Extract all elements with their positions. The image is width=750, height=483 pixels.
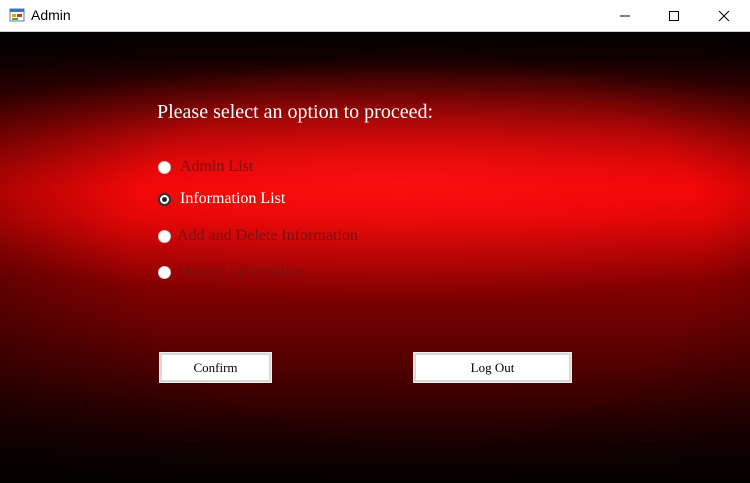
- option-label: Modify Information: [177, 263, 306, 280]
- option-label: Admin List: [180, 158, 254, 175]
- minimize-button[interactable]: [602, 0, 648, 31]
- radio-button[interactable]: [158, 229, 171, 243]
- close-button[interactable]: [701, 0, 747, 31]
- option-modify-information[interactable]: Modify Information: [158, 261, 305, 283]
- radio-button[interactable]: [158, 160, 171, 174]
- title-bar: Admin: [0, 0, 750, 32]
- radio-button[interactable]: [158, 265, 171, 279]
- log-out-button[interactable]: Log Out: [413, 352, 572, 383]
- option-label: Add and Delete Information: [177, 227, 358, 244]
- maximize-icon: [669, 10, 679, 21]
- confirm-button[interactable]: Confirm: [159, 352, 272, 383]
- maximize-button[interactable]: [651, 0, 697, 31]
- option-label: Information List: [180, 190, 286, 207]
- option-admin-list[interactable]: Admin List: [158, 156, 253, 178]
- radio-button-selected[interactable]: [158, 192, 171, 206]
- form-client-area: Please select an option to proceed: Admi…: [0, 32, 750, 483]
- forms-app-icon: [9, 8, 25, 22]
- window-title: Admin: [31, 7, 71, 23]
- minimize-icon: [620, 15, 630, 16]
- option-information-list[interactable]: Information List: [158, 188, 285, 210]
- close-icon: [718, 10, 730, 21]
- option-add-delete-information[interactable]: Add and Delete Information: [158, 225, 358, 247]
- prompt-label: Please select an option to proceed:: [157, 101, 434, 123]
